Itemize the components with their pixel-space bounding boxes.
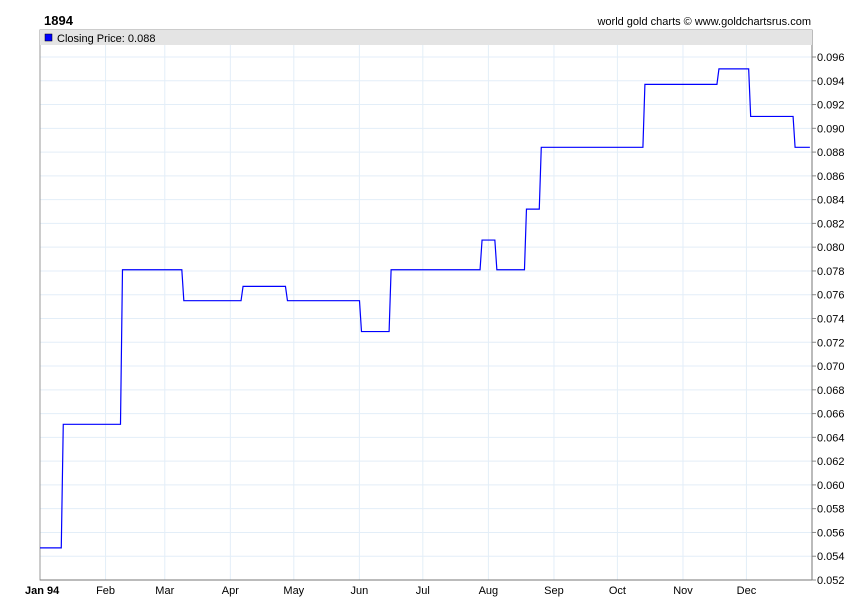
x-tick-label: May — [283, 585, 304, 597]
x-tick-label: Jul — [416, 585, 430, 597]
y-tick-label: 0.074 — [817, 314, 845, 326]
chart-container: 1894 world gold charts © www.goldchartsr… — [0, 0, 850, 616]
x-tick-label: Aug — [479, 585, 499, 597]
y-tick-label: 0.086 — [817, 171, 845, 183]
y-tick-label: 0.068 — [817, 385, 845, 397]
y-tick-label: 0.094 — [817, 76, 845, 88]
y-tick-label: 0.090 — [817, 123, 845, 135]
price-chart: 0.052 0.054 0.056 0.058 0.060 0.062 0.064 0.066… — [25, 29, 845, 597]
y-tick-label: 0.052 — [817, 575, 845, 587]
legend-label: Closing Price: 0.088 — [57, 33, 155, 45]
x-tick-label: Sep — [544, 585, 564, 597]
y-tick-label: 0.060 — [817, 480, 845, 492]
legend-swatch — [44, 33, 53, 42]
y-tick-label: 0.066 — [817, 409, 845, 421]
y-tick-label: 0.096 — [817, 52, 845, 64]
y-tick-label: 0.056 — [817, 527, 845, 539]
y-tick-label: 0.064 — [817, 432, 845, 444]
y-tick-label: 0.058 — [817, 504, 845, 516]
y-tick-label: 0.088 — [817, 147, 845, 159]
y-tick-label: 0.082 — [817, 218, 845, 230]
x-tick-label: Mar — [155, 585, 174, 597]
x-tick-label: Jun — [351, 585, 369, 597]
y-tick-label: 0.080 — [817, 242, 845, 254]
y-tick-label: 0.062 — [817, 456, 845, 468]
x-tick-label: Oct — [609, 585, 626, 597]
x-tick-label: Jan 94 — [25, 585, 60, 597]
x-tick-label: Dec — [737, 585, 757, 597]
x-tick-label: Feb — [96, 585, 115, 597]
y-tick-label: 0.092 — [817, 100, 845, 112]
y-tick-label: 0.078 — [817, 266, 845, 278]
legend-bar — [40, 30, 812, 45]
x-tick-label: Apr — [222, 585, 239, 597]
y-tick-label: 0.084 — [817, 195, 845, 207]
x-tick-label: Nov — [673, 585, 693, 597]
plot-area — [40, 30, 812, 580]
y-tick-label: 0.076 — [817, 290, 845, 302]
y-tick-label: 0.072 — [817, 337, 845, 349]
y-tick-label: 0.054 — [817, 551, 845, 563]
y-tick-label: 0.070 — [817, 361, 845, 373]
